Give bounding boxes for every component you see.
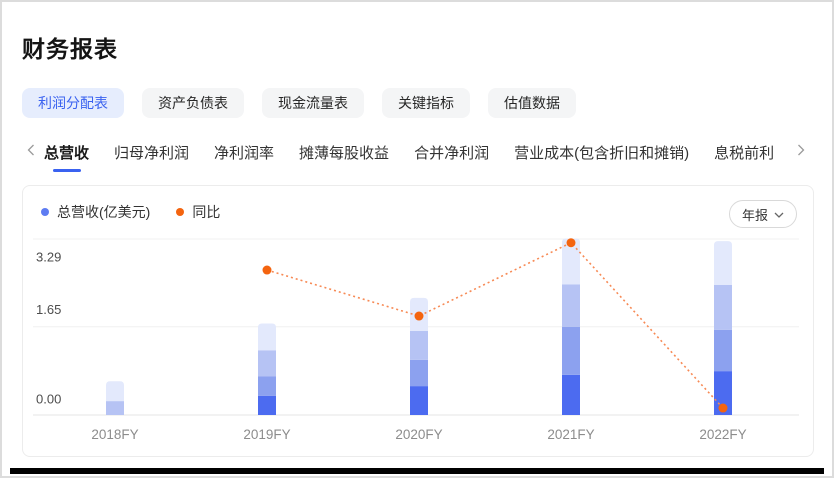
tab-资产负债表[interactable]: 资产负债表: [142, 88, 244, 118]
bar-segment: [562, 375, 580, 415]
legend-item-总营收(亿美元)[interactable]: 总营收(亿美元): [41, 202, 150, 222]
chevron-right-icon: [797, 143, 805, 161]
metric-item-合并净利润[interactable]: 合并净利润: [414, 142, 489, 172]
bar-segment: [410, 331, 428, 360]
y-tick-label: 0.00: [36, 392, 61, 407]
bar-segment: [258, 376, 276, 395]
y-tick-label: 3.29: [36, 250, 61, 265]
yoy-line: [267, 243, 723, 408]
metric-item-摊薄每股收益[interactable]: 摊薄每股收益: [299, 142, 389, 172]
bar-segment: [714, 241, 732, 285]
x-axis-label: 2019FY: [243, 427, 290, 442]
bar-segment: [106, 401, 124, 415]
bar-segment: [714, 285, 732, 330]
yoy-point[interactable]: [415, 312, 424, 321]
y-tick-label: 1.65: [36, 302, 61, 317]
metric-item-息税前利[interactable]: 息税前利: [714, 142, 774, 172]
metric-item-营业成本(包含折旧和摊销)[interactable]: 营业成本(包含折旧和摊销): [514, 142, 689, 172]
x-axis-label: 2022FY: [699, 427, 746, 442]
bar-segment: [106, 381, 124, 401]
page-title: 财务报表: [22, 30, 118, 64]
legend-label: 总营收(亿美元): [57, 202, 150, 222]
tab-利润分配表[interactable]: 利润分配表: [22, 88, 124, 118]
bar-segment: [410, 360, 428, 386]
yoy-point[interactable]: [263, 266, 272, 275]
bar-2021FY[interactable]: [562, 238, 580, 415]
report-type-tabs: 利润分配表资产负债表现金流量表关键指标估值数据: [22, 88, 576, 118]
tab-现金流量表[interactable]: 现金流量表: [262, 88, 364, 118]
bar-2018FY[interactable]: [106, 381, 124, 415]
bar-segment: [410, 386, 428, 415]
legend-dot-icon: [176, 208, 184, 216]
window-bottom-edge: [10, 468, 824, 474]
bar-segment: [562, 327, 580, 375]
metric-item-归母净利润[interactable]: 归母净利润: [114, 142, 189, 172]
bar-segment: [258, 324, 276, 351]
bar-2022FY[interactable]: [714, 241, 732, 415]
x-axis-label: 2018FY: [91, 427, 138, 442]
tab-估值数据[interactable]: 估值数据: [488, 88, 576, 118]
metric-nav: 总营收归母净利润净利润率摊薄每股收益合并净利润营业成本(包含折旧和摊销) 息税前利: [22, 142, 816, 172]
metric-item-净利润率[interactable]: 净利润率: [214, 142, 274, 172]
x-axis-label: 2021FY: [547, 427, 594, 442]
bar-segment: [258, 350, 276, 376]
tab-关键指标[interactable]: 关键指标: [382, 88, 470, 118]
bar-segment: [258, 396, 276, 415]
legend-dot-icon: [41, 208, 49, 216]
revenue-yoy-combo-chart[interactable]: 0.00 1.65 3.29 2018FY 2019FY 2020FY 2021FY 2022…: [23, 222, 813, 448]
bar-segment: [562, 284, 580, 326]
financial-report-panel: 财务报表 利润分配表资产负债表现金流量表关键指标估值数据 总营收归母净利润净利润…: [2, 2, 832, 476]
chevron-down-icon: [774, 205, 784, 223]
bar-2019FY[interactable]: [258, 324, 276, 415]
chart-legend: 总营收(亿美元) 同比: [41, 202, 220, 222]
x-axis-label: 2020FY: [395, 427, 442, 442]
chevron-left-icon: [27, 143, 35, 161]
nav-scroll-left-button[interactable]: [22, 142, 40, 162]
period-selector-label: 年报: [742, 205, 768, 224]
bar-segment: [714, 330, 732, 371]
legend-item-同比[interactable]: 同比: [176, 202, 220, 222]
nav-scroll-right-button[interactable]: [792, 142, 810, 162]
yoy-point[interactable]: [567, 238, 576, 247]
yoy-point[interactable]: [719, 404, 728, 413]
chart-card: 总营收(亿美元) 同比 年报 0.00 1.65 3.29 2018FY 2019FY 20…: [22, 185, 814, 457]
metric-items: 总营收归母净利润净利润率摊薄每股收益合并净利润营业成本(包含折旧和摊销) 息税前利: [44, 142, 782, 172]
legend-label: 同比: [192, 202, 220, 222]
metric-item-总营收[interactable]: 总营收: [44, 142, 89, 172]
